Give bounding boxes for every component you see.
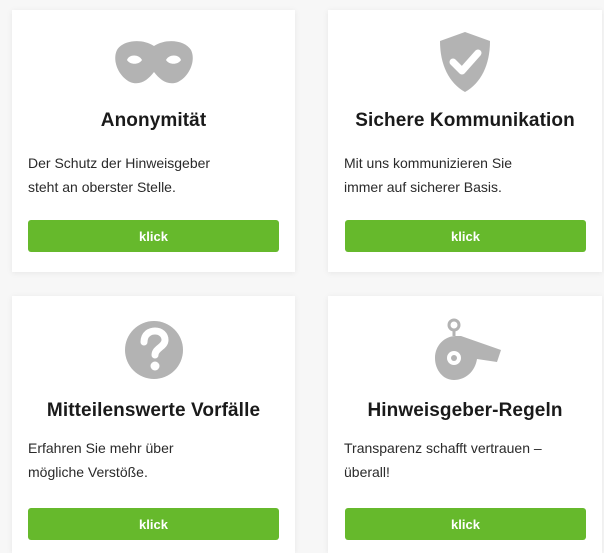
card-title: Mitteilenswerte Vorfälle: [46, 400, 261, 421]
shield-check-icon: [328, 30, 602, 94]
klick-button[interactable]: klick: [28, 508, 279, 540]
card-title: Sichere Kommunikation: [355, 110, 575, 131]
description-line: Der Schutz der Hinweisgeber: [28, 155, 211, 171]
card-description: Erfahren Sie mehr über mögliche Verstöße…: [28, 436, 283, 484]
description-line: Transparenz schafft vertrauen –: [344, 440, 542, 456]
question-circle-icon: [12, 318, 295, 382]
card-title: Anonymität: [100, 110, 207, 131]
description-line: Erfahren Sie mehr über: [28, 440, 174, 456]
card-title: Hinweisgeber-Regeln: [367, 400, 563, 421]
whistle-icon: [328, 318, 602, 382]
card-hinweisgeber-regeln: Hinweisgeber-Regeln Transparenz schafft …: [328, 296, 602, 553]
mask-icon: [12, 30, 295, 94]
description-line: mögliche Verstöße.: [28, 464, 148, 480]
card-mitteilenswerte-vorfaelle: Mitteilenswerte Vorfälle Erfahren Sie me…: [12, 296, 295, 553]
description-line: Mit uns kommunizieren Sie: [344, 155, 513, 171]
card-sichere-kommunikation: Sichere Kommunikation Mit uns kommunizie…: [328, 10, 602, 272]
description-line: überall!: [344, 464, 390, 480]
description-line: steht an oberster Stelle.: [28, 179, 176, 195]
card-description: Mit uns kommunizieren Sie immer auf sich…: [344, 151, 590, 199]
klick-button[interactable]: klick: [345, 220, 586, 252]
description-line: immer auf sicherer Basis.: [344, 179, 502, 195]
card-anonymitaet: Anonymität Der Schutz der Hinweisgeber s…: [12, 10, 295, 272]
klick-button[interactable]: klick: [28, 220, 279, 252]
card-description: Transparenz schafft vertrauen – überall!: [344, 436, 590, 484]
card-description: Der Schutz der Hinweisgeber steht an obe…: [28, 151, 283, 199]
klick-button[interactable]: klick: [345, 508, 586, 540]
